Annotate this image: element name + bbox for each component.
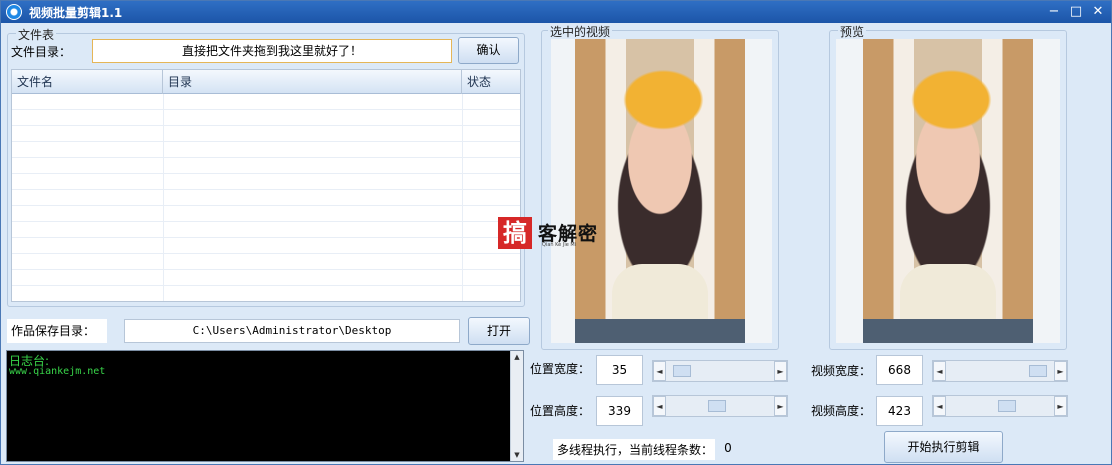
video-height-input[interactable]: 423 bbox=[876, 396, 923, 426]
slider-left-icon[interactable]: ◄ bbox=[933, 396, 946, 416]
slider-left-icon[interactable]: ◄ bbox=[653, 361, 666, 381]
title-bar[interactable]: 视频批量剪辑1.1 − □ ✕ bbox=[1, 1, 1111, 23]
maximize-button[interactable]: □ bbox=[1065, 3, 1087, 21]
table-row[interactable] bbox=[12, 206, 520, 222]
selected-video-group-title: 选中的视频 bbox=[548, 23, 613, 40]
preview-image bbox=[863, 39, 1033, 344]
table-row[interactable] bbox=[12, 174, 520, 190]
column-header-directory[interactable]: 目录 bbox=[163, 70, 462, 94]
video-height-slider[interactable]: ◄ ► bbox=[932, 395, 1068, 417]
position-height-slider[interactable]: ◄ ► bbox=[652, 395, 788, 417]
preview-group-title: 预览 bbox=[838, 23, 867, 40]
column-header-status[interactable]: 状态 bbox=[462, 70, 520, 94]
slider-right-icon[interactable]: ► bbox=[1054, 361, 1067, 381]
log-console[interactable]: 日志台: www.qiankejm.net ▲ ▼ bbox=[6, 350, 524, 462]
file-list-table[interactable]: 文件名 目录 状态 bbox=[11, 69, 521, 302]
slider-right-icon[interactable]: ► bbox=[1054, 396, 1067, 416]
file-dir-label: 文件目录： bbox=[11, 45, 72, 59]
table-row[interactable] bbox=[12, 142, 520, 158]
video-width-label: 视频宽度： bbox=[811, 364, 872, 378]
app-window: 视频批量剪辑1.1 − □ ✕ 文件表 文件目录： 直接把文件夹拖到我这里就好了… bbox=[0, 0, 1112, 465]
confirm-button[interactable]: 确认 bbox=[458, 37, 519, 64]
close-button[interactable]: ✕ bbox=[1087, 3, 1109, 21]
slider-left-icon[interactable]: ◄ bbox=[653, 396, 666, 416]
table-row[interactable] bbox=[12, 270, 520, 286]
position-height-input[interactable]: 339 bbox=[596, 396, 643, 426]
table-row[interactable] bbox=[12, 238, 520, 254]
file-table-group-title: 文件表 bbox=[16, 26, 57, 43]
watermark-logo: 搞 客解密 Qian Ke Jie Mi bbox=[498, 215, 618, 255]
slider-right-icon[interactable]: ► bbox=[774, 396, 787, 416]
minimize-button[interactable]: − bbox=[1043, 3, 1065, 21]
slider-right-icon[interactable]: ► bbox=[774, 361, 787, 381]
watermark-badge: 搞 bbox=[498, 217, 532, 249]
table-row[interactable] bbox=[12, 126, 520, 142]
table-row[interactable] bbox=[12, 94, 520, 110]
position-width-label: 位置宽度： bbox=[530, 362, 591, 376]
video-width-slider[interactable]: ◄ ► bbox=[932, 360, 1068, 382]
position-height-label: 位置高度： bbox=[530, 404, 591, 418]
table-row[interactable] bbox=[12, 222, 520, 238]
position-width-slider[interactable]: ◄ ► bbox=[652, 360, 788, 382]
file-list-header: 文件名 目录 状态 bbox=[12, 70, 520, 94]
save-dir-input[interactable]: C:\Users\Administrator\Desktop bbox=[124, 319, 460, 343]
file-dir-input[interactable]: 直接把文件夹拖到我这里就好了！ bbox=[92, 39, 452, 63]
table-row[interactable] bbox=[12, 286, 520, 301]
column-header-filename[interactable]: 文件名 bbox=[12, 70, 163, 94]
table-row[interactable] bbox=[12, 158, 520, 174]
open-dir-button[interactable]: 打开 bbox=[468, 317, 530, 345]
watermark-subtext: Qian Ke Jie Mi bbox=[542, 242, 577, 248]
thread-count-value: 0 bbox=[715, 437, 741, 461]
selected-video-image[interactable] bbox=[575, 39, 745, 344]
window-title: 视频批量剪辑1.1 bbox=[29, 6, 123, 20]
slider-left-icon[interactable]: ◄ bbox=[933, 361, 946, 381]
position-width-input[interactable]: 35 bbox=[596, 355, 643, 385]
video-width-input[interactable]: 668 bbox=[876, 355, 923, 385]
video-height-label: 视频高度： bbox=[811, 404, 872, 418]
log-line: www.qiankejm.net bbox=[9, 366, 106, 377]
slider-thumb[interactable] bbox=[1029, 365, 1047, 377]
log-scrollbar[interactable]: ▲ ▼ bbox=[510, 351, 523, 461]
table-row[interactable] bbox=[12, 254, 520, 270]
save-dir-label: 作品保存目录： bbox=[7, 319, 107, 343]
scroll-up-icon[interactable]: ▲ bbox=[511, 351, 523, 363]
table-row[interactable] bbox=[12, 110, 520, 126]
app-logo-icon bbox=[6, 4, 22, 20]
start-editing-button[interactable]: 开始执行剪辑 bbox=[884, 431, 1003, 463]
slider-thumb[interactable] bbox=[998, 400, 1016, 412]
thread-count-label: 多线程执行，当前线程条数： bbox=[553, 439, 718, 460]
table-row[interactable] bbox=[12, 190, 520, 206]
slider-thumb[interactable] bbox=[673, 365, 691, 377]
slider-thumb[interactable] bbox=[708, 400, 726, 412]
scroll-down-icon[interactable]: ▼ bbox=[511, 449, 523, 461]
